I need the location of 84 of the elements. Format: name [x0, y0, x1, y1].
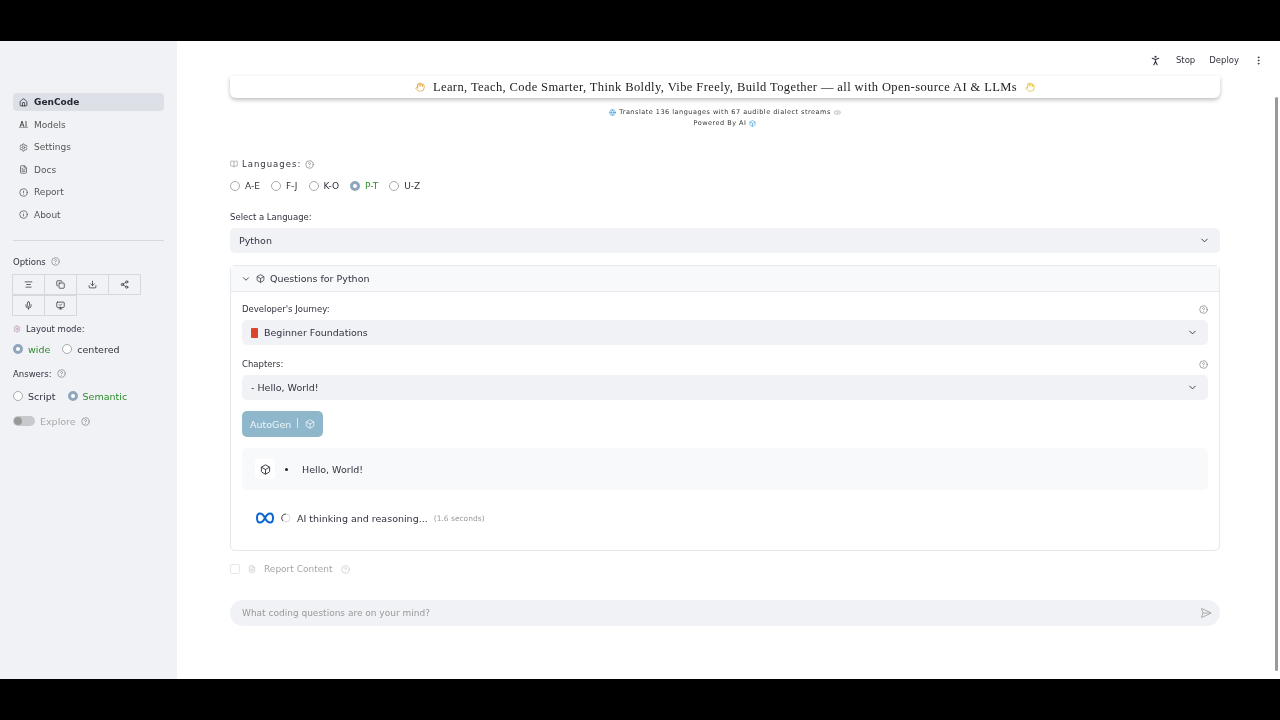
radio-label: A-E: [245, 181, 260, 191]
spinner-icon: [281, 513, 291, 523]
download-icon: [88, 279, 97, 289]
sidebar-item[interactable]: Docs: [13, 160, 164, 179]
message-text: Hello, World!: [302, 463, 364, 475]
radio-label: P-T: [365, 181, 379, 191]
sidebar-item[interactable]: GenCode: [13, 93, 164, 111]
radio-label: K-O: [323, 181, 340, 191]
radio-label: wide: [28, 343, 51, 355]
radio-button[interactable]: [230, 181, 240, 191]
divider-icon: [297, 418, 300, 430]
options-label: Options: [13, 256, 46, 267]
globe-icon: [609, 109, 617, 116]
speaker-icon: [833, 109, 841, 116]
cube-icon: [305, 419, 316, 429]
copy-icon: [56, 279, 65, 289]
document-icon: [248, 565, 256, 573]
help-icon: [1199, 304, 1208, 314]
radio-button[interactable]: [389, 181, 400, 191]
hand-icon: [414, 82, 425, 92]
infinity-logo: [255, 512, 275, 524]
field-label: Select a Language:: [230, 212, 312, 222]
sidebar-item[interactable]: About: [13, 205, 164, 224]
radio-button[interactable]: [13, 391, 23, 402]
radio-button[interactable]: [13, 344, 23, 355]
field-label: Developer's Journey:: [242, 304, 330, 314]
bullet-icon: [285, 467, 288, 471]
radio-label: Semantic: [82, 390, 128, 402]
radio-label: F-J: [285, 181, 298, 191]
languages-label: Languages:: [242, 159, 302, 169]
lines-icon: [24, 279, 33, 289]
gear-icon: [13, 324, 21, 333]
language-select[interactable]: Python: [230, 228, 1220, 253]
expander-header[interactable]: Questions for Python: [231, 266, 1219, 292]
banner-text: Learn, Teach, Code Smarter, Think Boldly, Vibe Freely, Build Together — all with Open-source AI & LLMs: [432, 79, 1018, 95]
select-value: Beginner Foundations: [264, 327, 368, 338]
cube-icon: [749, 120, 757, 127]
option-button[interactable]: [44, 294, 77, 316]
option-button[interactable]: [12, 273, 45, 295]
info-icon: [19, 210, 28, 220]
send-icon[interactable]: [1200, 607, 1212, 619]
help-icon: [1199, 359, 1208, 369]
settings-icon: [19, 142, 28, 152]
journey-select[interactable]: Beginner Foundations: [242, 320, 1208, 345]
radio-button[interactable]: [270, 181, 281, 191]
sidebar-item[interactable]: Models: [13, 115, 164, 134]
radio-label: centered: [77, 343, 120, 355]
radio-label: Script: [28, 390, 56, 402]
expander-title: Questions for Python: [270, 273, 370, 284]
alert-icon: [19, 187, 28, 197]
sidebar-item[interactable]: Report: [13, 183, 164, 202]
option-button[interactable]: [76, 273, 109, 295]
option-button[interactable]: [108, 273, 141, 295]
explore-toggle[interactable]: [13, 416, 35, 427]
checkbox-label: Report Content: [264, 564, 333, 574]
explore-label: Explore: [40, 415, 76, 427]
cube-icon: [256, 274, 265, 283]
deploy-button[interactable]: Deploy: [1209, 55, 1239, 65]
field-label: Chapters:: [242, 359, 284, 369]
help-icon: [56, 369, 66, 379]
radio-button[interactable]: [62, 344, 73, 355]
monitor-icon: [56, 300, 65, 310]
chapters-select[interactable]: - Hello, World!: [242, 375, 1208, 400]
help-icon: [80, 416, 90, 426]
document-icon: [19, 165, 28, 175]
radio-button[interactable]: [350, 181, 361, 191]
help-icon: [50, 257, 60, 267]
help-icon: [340, 564, 350, 574]
stop-button[interactable]: Stop: [1175, 55, 1196, 65]
sidebar-item[interactable]: Settings: [13, 138, 164, 157]
scrollbar[interactable]: [1275, 97, 1278, 671]
help-icon: [305, 159, 315, 169]
option-button[interactable]: [44, 273, 77, 295]
microphone-icon: [24, 300, 33, 310]
status-text: AI thinking and reasoning...: [297, 512, 428, 524]
radio-button[interactable]: [67, 391, 78, 402]
share-icon: [120, 279, 129, 289]
hand-icon: [1025, 82, 1036, 92]
layout-label: Layout mode:: [26, 323, 85, 334]
radio-label: U-Z: [404, 181, 421, 191]
home-icon: [19, 97, 28, 107]
answers-label: Answers:: [13, 368, 52, 379]
ai-icon: [19, 119, 28, 130]
radio-button[interactable]: [308, 181, 319, 191]
